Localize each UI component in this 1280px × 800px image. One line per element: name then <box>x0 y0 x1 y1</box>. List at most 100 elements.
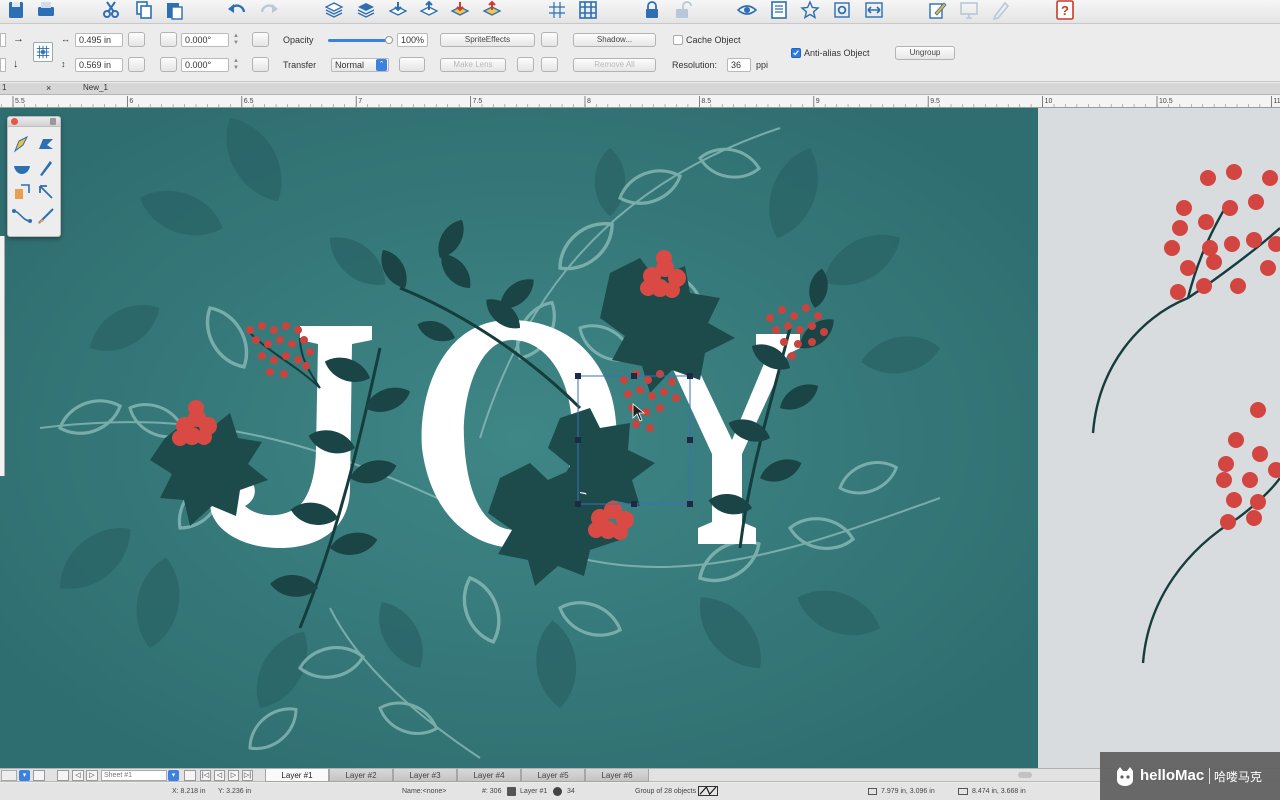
last-layer-icon[interactable]: ▷| <box>242 770 253 781</box>
chevron-down-icon[interactable]: ⌃ <box>376 59 387 71</box>
resolution-field[interactable]: 36 <box>727 58 751 72</box>
shadow-button[interactable]: Shadow... <box>573 33 656 47</box>
transfer-options-button[interactable] <box>399 57 425 72</box>
x-field-stub[interactable] <box>0 33 6 47</box>
previous-page-icon[interactable]: ◁ <box>72 770 84 781</box>
tab-layer-1[interactable]: Layer #1 <box>265 769 329 782</box>
opacity-slider-fill <box>328 39 390 42</box>
ruler-label: 10 <box>1045 98 1053 105</box>
grid-icon[interactable] <box>547 0 569 20</box>
selection-readout: Group of 28 objects <box>635 788 697 795</box>
curve-tool-icon[interactable] <box>11 205 33 227</box>
layers-alt-icon[interactable] <box>356 0 378 20</box>
cut-icon[interactable] <box>101 0 123 20</box>
sheet-select[interactable]: Sheet #1 <box>101 770 167 781</box>
cache-object-checkbox[interactable] <box>673 35 683 45</box>
zoom-icon[interactable] <box>33 770 45 781</box>
lens-icon[interactable] <box>517 57 534 72</box>
previous-document-tab[interactable]: 1 <box>2 82 6 94</box>
page-icon[interactable] <box>769 0 791 20</box>
table-grid-icon[interactable] <box>578 0 600 20</box>
view-mode-field[interactable] <box>1 770 17 781</box>
width-field[interactable]: 0.495 in <box>75 33 123 47</box>
shape-tool-icon[interactable] <box>35 133 57 155</box>
y-field-stub[interactable] <box>0 58 6 72</box>
transform-tool-icon[interactable] <box>11 181 33 203</box>
view-icon[interactable] <box>737 0 759 20</box>
settings-icon[interactable] <box>832 0 854 20</box>
lens-settings-icon[interactable] <box>541 57 558 72</box>
watermark-overlay: helloMac 哈喽马克 <box>1100 752 1280 800</box>
next-layer-icon[interactable]: ▷ <box>228 770 239 781</box>
flip-icon[interactable] <box>252 32 269 47</box>
layer-stack-icon <box>507 787 516 796</box>
horizontal-scrollbar-thumb[interactable] <box>1018 772 1032 778</box>
close-icon[interactable] <box>11 118 18 125</box>
tab-layer-3[interactable]: Layer #3 <box>393 769 457 782</box>
opacity-field[interactable]: 100% <box>397 33 428 47</box>
star-icon[interactable] <box>800 0 822 20</box>
rotation-stepper[interactable]: ▲ ▼ <box>233 33 239 47</box>
first-layer-icon[interactable]: |◁ <box>200 770 211 781</box>
pen-tool-icon[interactable] <box>35 157 57 179</box>
anchor-grid-icon[interactable] <box>33 42 53 62</box>
right-arrow-icon: → <box>13 33 24 45</box>
page-options-icon[interactable] <box>57 770 69 781</box>
skew-stepper[interactable]: ▲ ▼ <box>233 58 239 72</box>
palette-titlebar[interactable] <box>8 117 60 127</box>
bring-to-front-icon[interactable] <box>450 0 472 20</box>
send-backward-icon[interactable] <box>419 0 441 20</box>
pencil-tool-icon[interactable] <box>11 133 33 155</box>
layers-stack-icon[interactable] <box>324 0 346 20</box>
bowl-tool-icon[interactable] <box>11 157 33 179</box>
artwork-canvas[interactable] <box>0 108 1038 768</box>
print-icon[interactable] <box>36 0 58 20</box>
prev-layer-icon[interactable]: ◁ <box>214 770 225 781</box>
antialias-checkbox[interactable] <box>791 48 801 58</box>
tab-layer-5[interactable]: Layer #5 <box>521 769 585 782</box>
effect-preview-icon[interactable] <box>541 32 558 47</box>
tab-layer-6[interactable]: Layer #6 <box>585 769 649 782</box>
scale-height-button[interactable] <box>128 57 145 72</box>
scale-width-button[interactable] <box>128 32 145 47</box>
save-icon[interactable] <box>6 0 28 20</box>
view-mode-dropdown-icon[interactable]: ▾ <box>19 770 30 781</box>
left-panel-edge[interactable] <box>0 236 5 476</box>
lock-icon[interactable] <box>50 118 56 125</box>
edit-icon[interactable] <box>927 0 949 20</box>
cursor-y-readout: Y: 3.236 in <box>218 788 252 795</box>
skew-icon[interactable] <box>160 57 177 72</box>
height-field[interactable]: 0.569 in <box>75 58 123 72</box>
pasteboard-sprigs[interactable] <box>1038 108 1280 768</box>
rotate-back-icon[interactable] <box>252 57 269 72</box>
opacity-slider-knob[interactable] <box>385 36 393 44</box>
sheet-dropdown-icon[interactable]: ▾ <box>168 770 179 781</box>
close-tab-icon[interactable]: × <box>46 82 51 94</box>
next-page-icon[interactable]: ▷ <box>86 770 98 781</box>
undo-icon[interactable] <box>227 0 249 20</box>
layer-bar: ▾ ◁ ▷ Sheet #1 ▾ |◁ ◁ ▷ ▷| Layer #1 Laye… <box>0 768 1280 782</box>
ruler-label: 9 <box>816 98 820 105</box>
rotate-icon[interactable] <box>160 32 177 47</box>
brush-tool-icon[interactable] <box>35 205 57 227</box>
ruler-label: 11 <box>1273 98 1280 105</box>
lock-icon[interactable] <box>642 0 664 20</box>
resolution-label: Resolution: <box>672 60 718 70</box>
paste-icon[interactable] <box>164 0 186 20</box>
tab-layer-4[interactable]: Layer #4 <box>457 769 521 782</box>
skew-field[interactable]: 0.000° <box>181 58 229 72</box>
tools-palette[interactable] <box>7 116 61 237</box>
help-icon[interactable]: ? <box>1055 0 1077 20</box>
tab-new-1[interactable]: New_1 <box>83 82 108 94</box>
add-sheet-icon[interactable] <box>184 770 196 781</box>
send-to-back-icon[interactable] <box>482 0 504 20</box>
copy-icon[interactable] <box>134 0 156 20</box>
arrow-tool-icon[interactable] <box>35 181 57 203</box>
opacity-slider[interactable] <box>328 36 393 44</box>
rotation-field[interactable]: 0.000° <box>181 33 229 47</box>
fit-width-icon[interactable] <box>864 0 886 20</box>
bring-forward-icon[interactable] <box>388 0 410 20</box>
ungroup-button[interactable]: Ungroup <box>895 46 955 60</box>
tab-layer-2[interactable]: Layer #2 <box>329 769 393 782</box>
sprite-effects-button[interactable]: SpriteEffects <box>440 33 535 47</box>
